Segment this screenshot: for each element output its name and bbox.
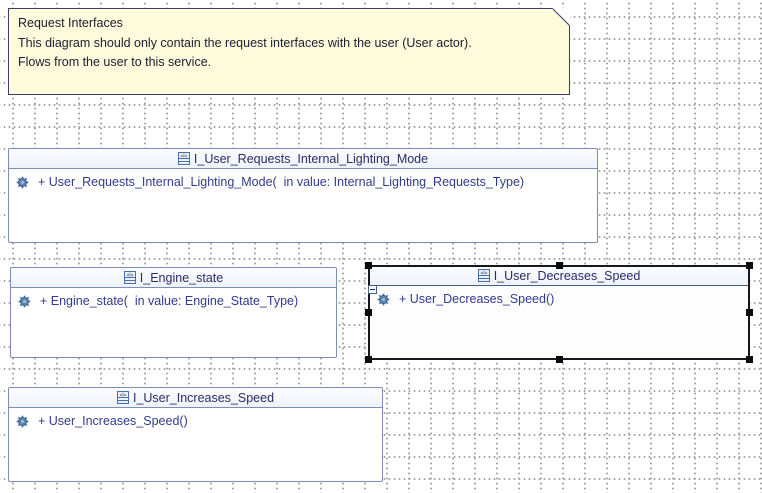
operation-gear-icon xyxy=(377,293,390,306)
resize-handle-middle-right[interactable] xyxy=(746,309,753,316)
interface-box-i-user-decreases-speed[interactable]: «I» I_User_Decreases_Speed + User_Decrea… xyxy=(365,262,753,363)
interface-header: «I» I_User_Requests_Internal_Lighting_Mo… xyxy=(9,149,597,169)
operation-row[interactable]: + User_Increases_Speed() xyxy=(9,408,382,428)
resize-handle-bottom-left[interactable] xyxy=(365,356,372,363)
operation-row[interactable]: + User_Decreases_Speed() xyxy=(370,286,748,306)
svg-text:«I»: «I» xyxy=(119,392,126,398)
operation-signature: + User_Requests_Internal_Lighting_Mode( … xyxy=(38,175,525,189)
operation-signature: + User_Increases_Speed() xyxy=(38,414,188,428)
interface-box-i-user-requests-internal-lighting-mode[interactable]: «I» I_User_Requests_Internal_Lighting_Mo… xyxy=(8,148,598,243)
operation-gear-icon xyxy=(18,295,31,308)
note-fold-corner-icon xyxy=(552,8,570,26)
operation-gear-icon xyxy=(16,415,29,428)
interface-name: I_User_Decreases_Speed xyxy=(493,269,641,283)
operation-row[interactable]: + Engine_state( in value: Engine_State_T… xyxy=(11,288,336,308)
resize-handle-middle-left[interactable] xyxy=(365,309,372,316)
operation-signature: + User_Decreases_Speed() xyxy=(399,292,555,306)
interface-header: «I» I_User_Decreases_Speed xyxy=(370,267,748,286)
operation-gear-icon xyxy=(16,176,29,189)
interface-name: I_User_Increases_Speed xyxy=(132,390,275,405)
resize-handle-top-right[interactable] xyxy=(746,262,753,269)
operation-row[interactable]: + User_Requests_Internal_Lighting_Mode( … xyxy=(9,169,597,189)
resize-handle-top-middle[interactable] xyxy=(555,262,563,269)
svg-text:«I»: «I» xyxy=(180,153,187,159)
svg-text:«I»: «I» xyxy=(480,270,487,276)
collapse-compartment-toggle[interactable] xyxy=(368,285,377,294)
diagram-canvas[interactable]: Request Interfaces This diagram should o… xyxy=(0,0,762,493)
note-line-body1: This diagram should only contain the req… xyxy=(18,35,472,50)
note-element[interactable]: Request Interfaces This diagram should o… xyxy=(8,8,570,95)
interface-header: «I» I_Engine_state xyxy=(11,268,336,288)
resize-handle-bottom-middle[interactable] xyxy=(555,356,563,363)
interface-header: «I» I_User_Increases_Speed xyxy=(9,388,382,408)
interface-box-i-user-increases-speed[interactable]: «I» I_User_Increases_Speed + User_Increa… xyxy=(8,387,383,482)
interface-name: I_User_Requests_Internal_Lighting_Mode xyxy=(193,151,429,166)
interface-box-i-engine-state[interactable]: «I» I_Engine_state + Engine_state(in va… xyxy=(10,267,337,358)
interface-icon: «I» xyxy=(123,270,136,284)
interface-icon: «I» xyxy=(116,390,129,404)
resize-handle-bottom-right[interactable] xyxy=(746,356,753,363)
interface-name: I_Engine_state xyxy=(139,270,224,285)
svg-text:«I»: «I» xyxy=(126,272,133,278)
resize-handle-top-left[interactable] xyxy=(365,262,372,269)
interface-icon: «I» xyxy=(177,151,190,165)
note-line-body2: Flows from the user to this service. xyxy=(18,55,212,69)
interface-icon: «I» xyxy=(477,269,490,282)
note-line-title: Request Interfaces xyxy=(18,16,123,30)
operation-signature: + Engine_state( in value: Engine_State_T… xyxy=(40,294,299,308)
